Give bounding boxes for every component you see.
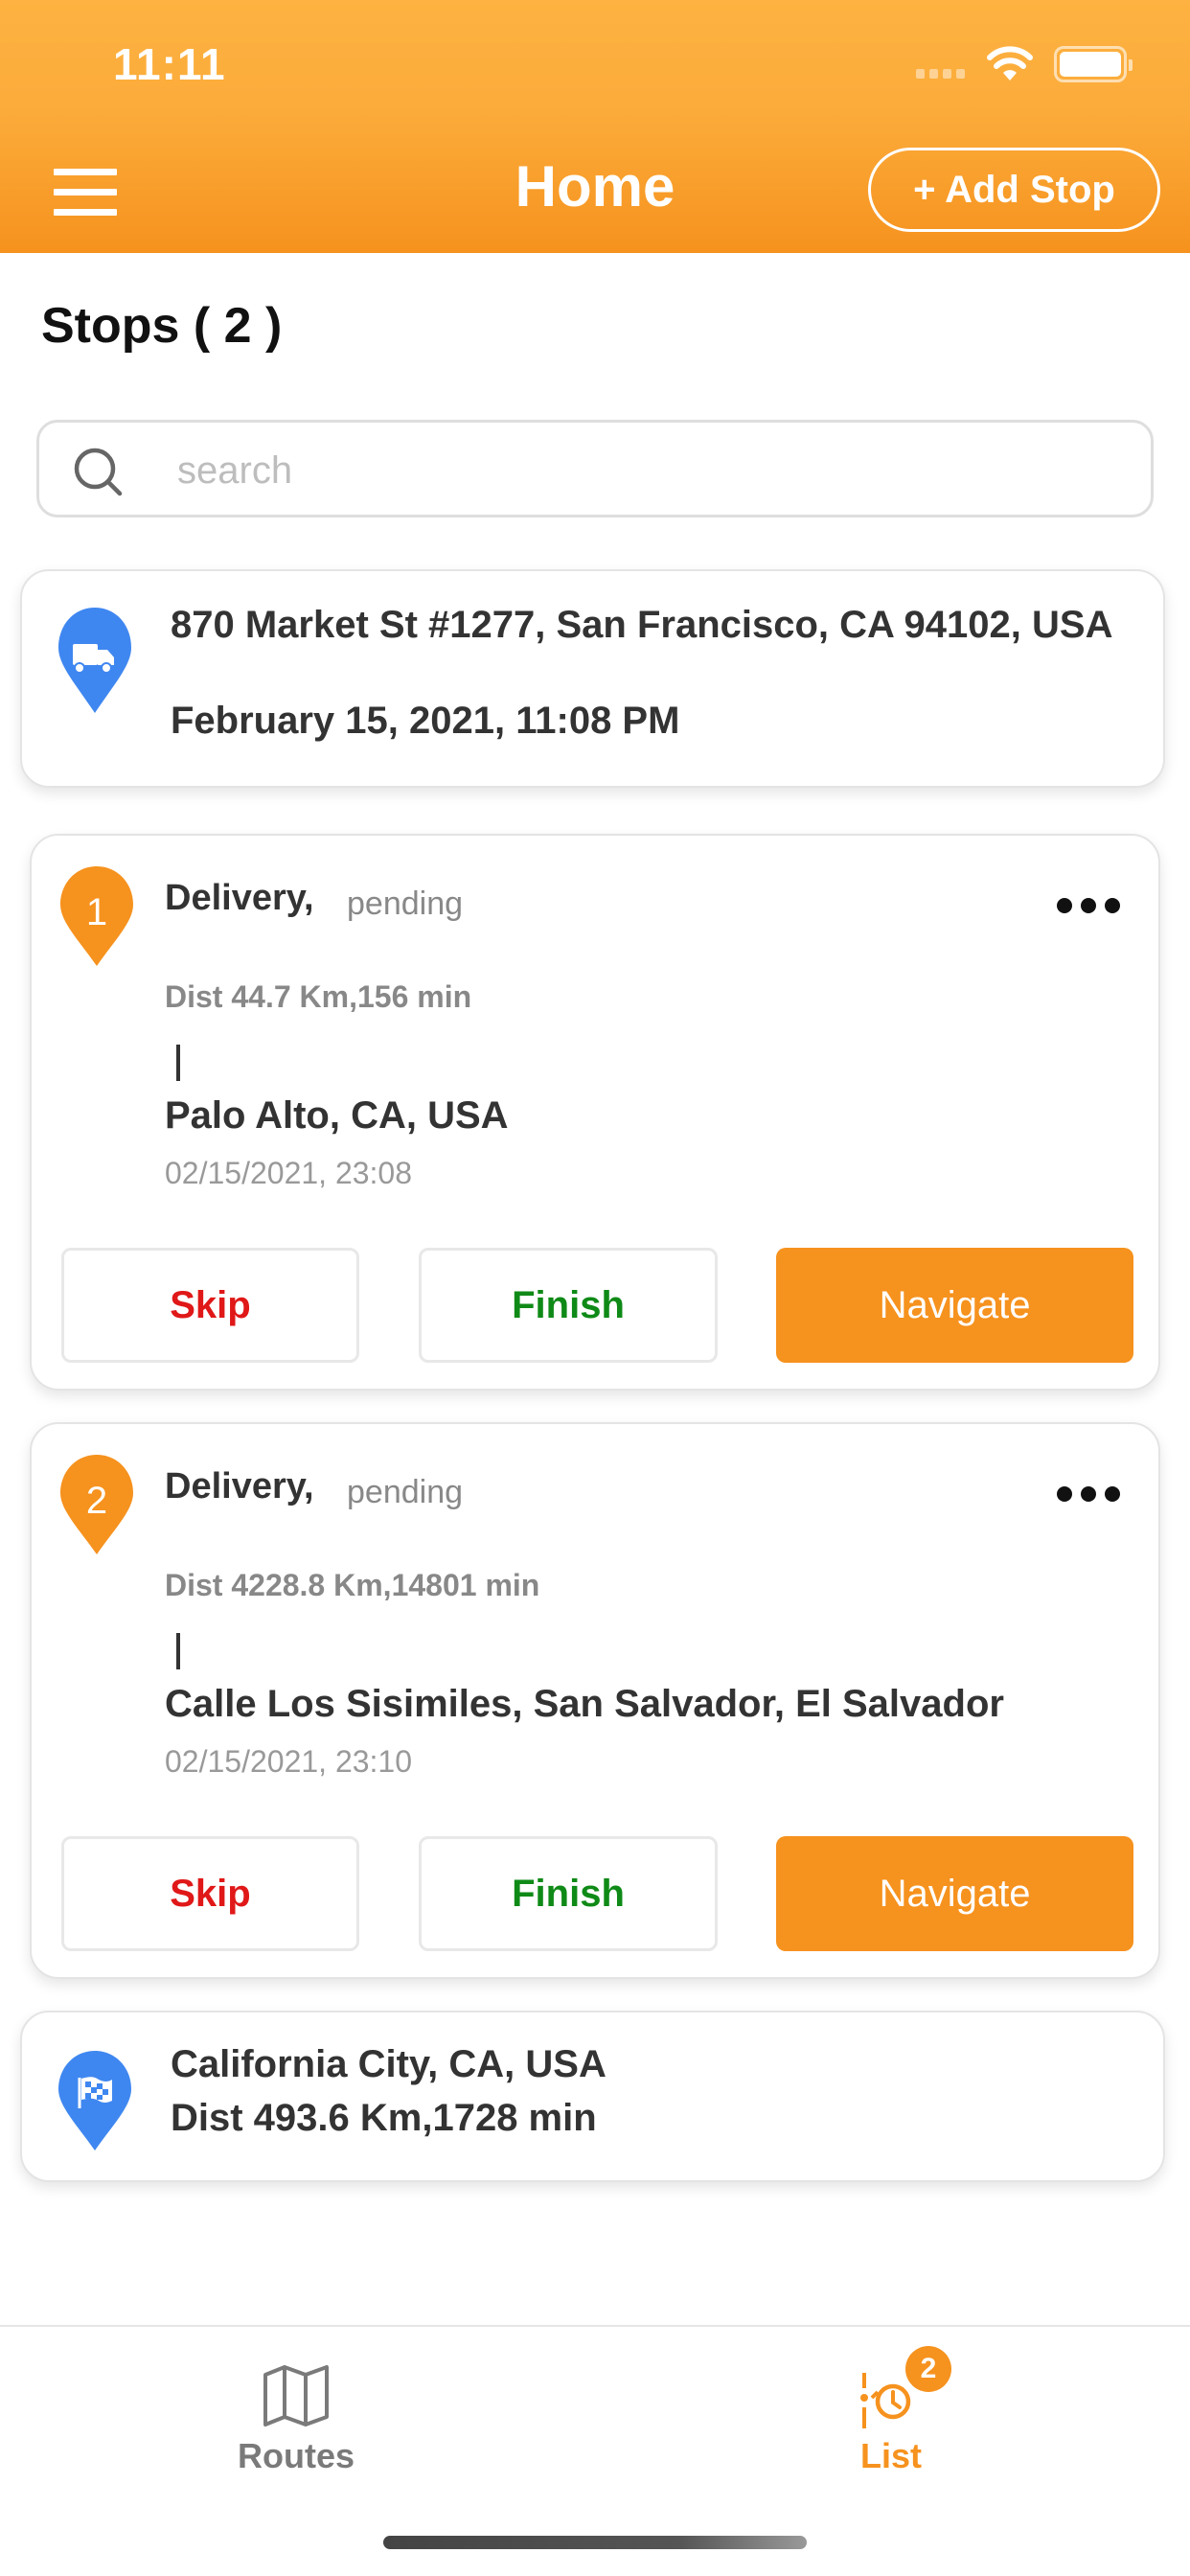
stops-count-heading: Stops ( 2 ) <box>41 298 283 354</box>
end-distance: Dist 493.6 Km,1728 min <box>171 2097 597 2139</box>
navigate-button[interactable]: Navigate <box>776 1836 1133 1951</box>
app-header: 11:11 Home + Add Stop <box>0 0 1190 253</box>
stop-card[interactable]: 2 Delivery, pending Dist 4228.8 Km,14801… <box>30 1422 1160 1979</box>
start-address: 870 Market St #1277, San Francisco, CA 9… <box>171 604 1113 646</box>
map-icon <box>263 2365 329 2426</box>
tab-routes-label: Routes <box>237 2436 355 2475</box>
tab-list[interactable]: 2 List <box>795 2346 987 2480</box>
finish-button[interactable]: Finish <box>419 1248 718 1363</box>
route-separator <box>176 1633 180 1669</box>
stop-address: Palo Alto, CA, USA <box>165 1094 509 1137</box>
stop-type: Delivery, <box>165 1466 314 1506</box>
skip-button[interactable]: Skip <box>61 1248 359 1363</box>
stop-time: 02/15/2021, 23:10 <box>165 1744 413 1779</box>
stop-number: 2 <box>85 1480 108 1522</box>
more-options-icon[interactable] <box>1057 1480 1120 1508</box>
stop-status: pending <box>347 1474 464 1510</box>
stop-distance: Dist 4228.8 Km,14801 min <box>165 1568 540 1602</box>
battery-icon <box>1054 46 1133 82</box>
end-address: California City, CA, USA <box>171 2043 606 2085</box>
stop-type: Delivery, <box>165 878 314 918</box>
search-icon <box>74 448 123 496</box>
add-stop-button[interactable]: + Add Stop <box>868 148 1160 232</box>
finish-button[interactable]: Finish <box>419 1836 718 1951</box>
skip-button[interactable]: Skip <box>61 1836 359 1951</box>
truck-pin-icon <box>58 608 131 713</box>
route-separator <box>176 1045 180 1081</box>
navigate-button[interactable]: Navigate <box>776 1248 1133 1363</box>
wifi-icon <box>987 46 1033 80</box>
tab-list-label: List <box>859 2436 922 2475</box>
finish-flag-pin-icon <box>58 2051 131 2150</box>
search-input[interactable] <box>177 442 1116 499</box>
stop-status: pending <box>347 886 464 922</box>
home-indicator[interactable] <box>383 2536 807 2549</box>
status-time: 11:11 <box>113 39 226 89</box>
stop-distance: Dist 44.7 Km,156 min <box>165 979 472 1014</box>
stop-address: Calle Los Sisimiles, San Salvador, El Sa… <box>165 1683 1004 1725</box>
stop-number: 1 <box>85 891 108 933</box>
list-count-badge: 2 <box>905 2346 951 2392</box>
tab-routes[interactable]: Routes <box>200 2346 392 2480</box>
stop-time: 02/15/2021, 23:08 <box>165 1156 413 1190</box>
stop-card[interactable]: 1 Delivery, pending Dist 44.7 Km,156 min… <box>30 834 1160 1391</box>
search-box <box>36 420 1154 518</box>
more-options-icon[interactable] <box>1057 891 1120 920</box>
end-location-card[interactable]: California City, CA, USA Dist 493.6 Km,1… <box>20 2011 1165 2182</box>
cellular-signal-icon <box>916 69 965 79</box>
start-location-card[interactable]: 870 Market St #1277, San Francisco, CA 9… <box>20 569 1165 788</box>
start-datetime: February 15, 2021, 11:08 PM <box>171 700 680 742</box>
